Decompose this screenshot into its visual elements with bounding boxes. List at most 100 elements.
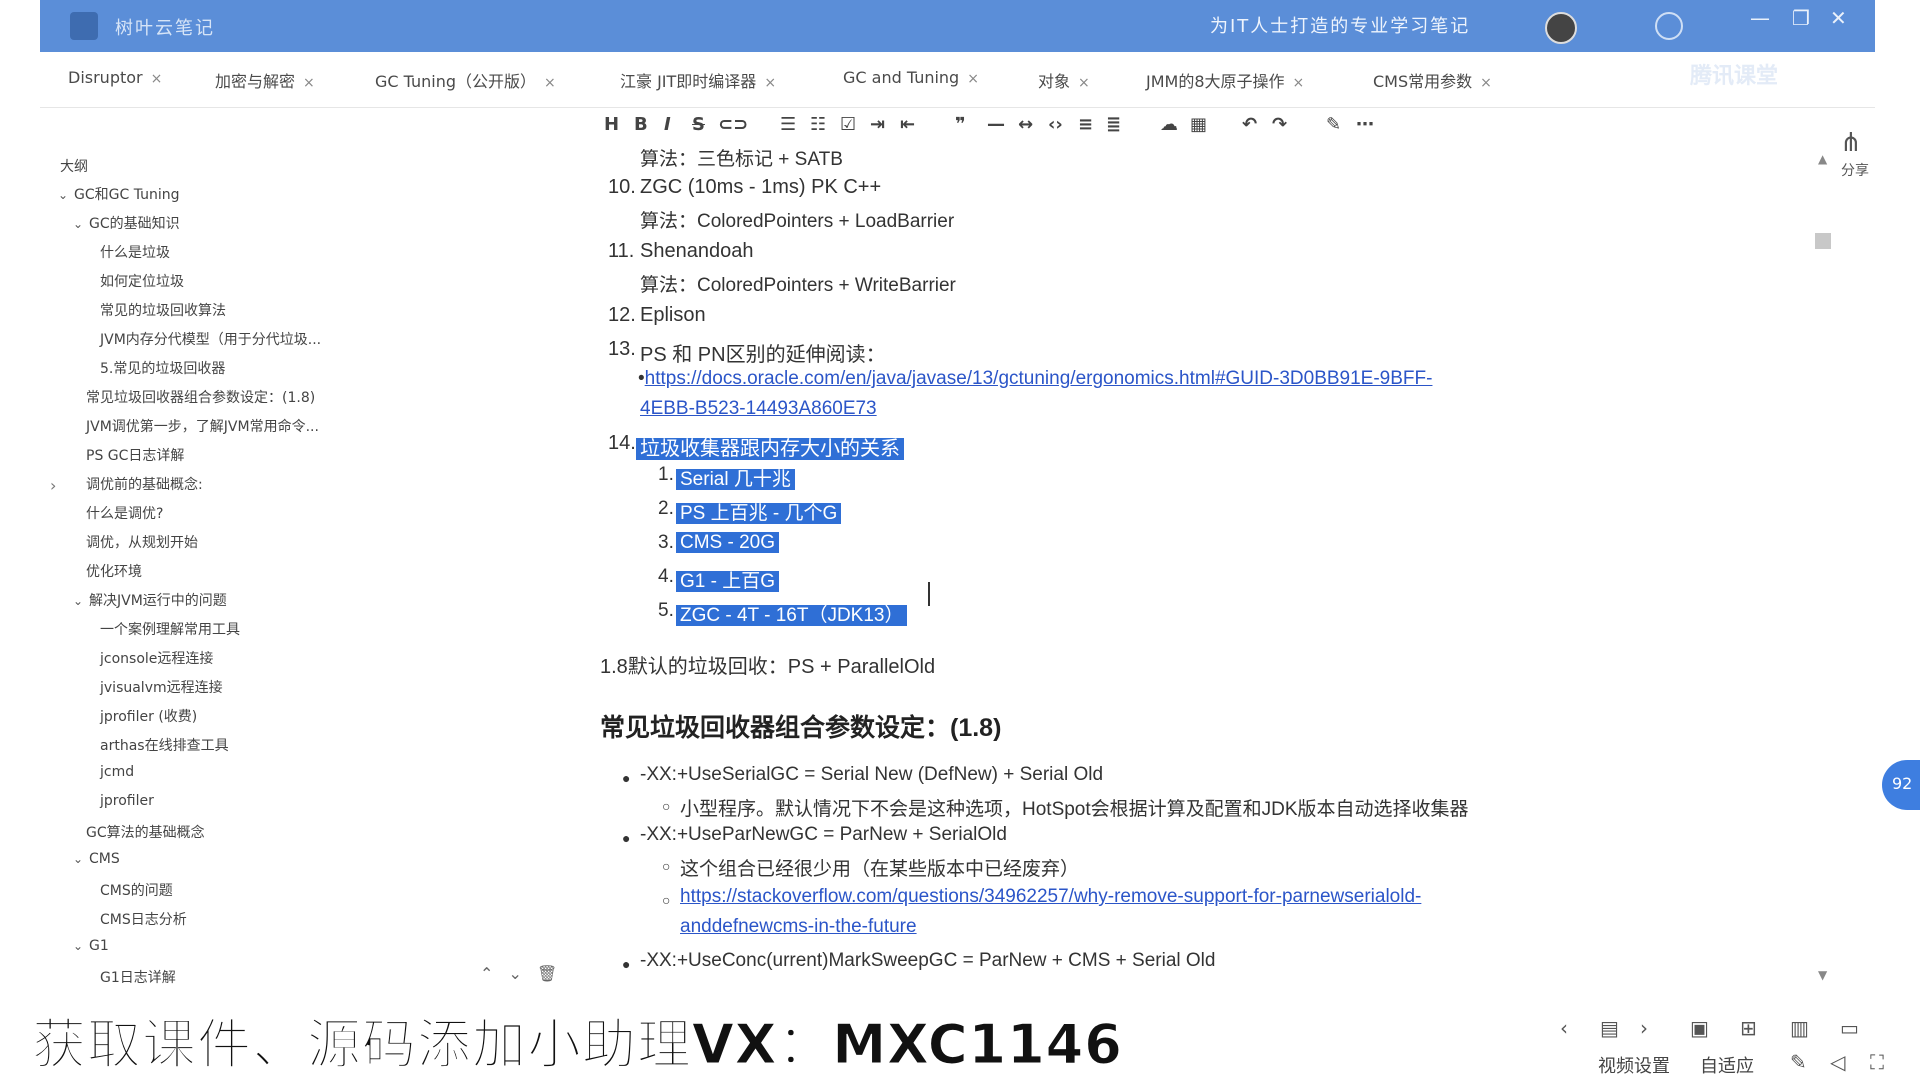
share-icon[interactable]: ⋔	[1840, 128, 1862, 158]
outline-item[interactable]: CMS日志分析	[100, 909, 187, 929]
chevron-up-icon[interactable]: ⌃	[480, 964, 493, 983]
italic-icon[interactable]: I	[664, 114, 671, 135]
trash-icon[interactable]: 🗑	[537, 964, 557, 983]
outline-item[interactable]: 常见垃圾回收器组合参数设定：(1.8)	[86, 387, 315, 407]
outline-item[interactable]: ⌄ 解决JVM运行中的问题	[73, 590, 227, 610]
stackoverflow-link-cont[interactable]: anddefnewcms-in-the-future	[680, 916, 917, 938]
microphone-icon[interactable]: ✎	[1790, 1050, 1807, 1074]
chevron-down-icon[interactable]: ⌄	[73, 939, 89, 953]
tab-jmm[interactable]: JMM的8大原子操作 ×	[1146, 68, 1304, 92]
bulleted-list-icon[interactable]: ☰	[780, 114, 796, 135]
chevron-down-icon[interactable]: ⌄	[58, 188, 74, 202]
layout-book-icon[interactable]: ▥	[1790, 1016, 1809, 1040]
outline-item[interactable]: GC算法的基础概念	[86, 822, 205, 842]
volume-icon[interactable]: ◁	[1830, 1050, 1845, 1074]
checkbox-icon[interactable]: ☑	[840, 114, 856, 135]
stackoverflow-link[interactable]: https://stackoverflow.com/questions/3496…	[680, 886, 1421, 908]
scroll-down-icon[interactable]: ▼	[1818, 968, 1827, 982]
minimap-icon[interactable]	[1815, 233, 1831, 249]
outline-item[interactable]: JVM内存分代模型（用于分代垃圾...	[100, 329, 321, 349]
outline-item[interactable]: jvisualvm远程连接	[100, 677, 223, 697]
indent-icon[interactable]: ⇥	[870, 114, 885, 135]
prev-icon[interactable]: ‹	[1560, 1016, 1568, 1040]
tab-gc-and-tuning[interactable]: GC and Tuning ×	[843, 68, 979, 87]
outdent-icon[interactable]: ⇤	[900, 114, 915, 135]
tab-object[interactable]: 对象 ×	[1038, 68, 1090, 92]
tab-close-icon[interactable]: ×	[151, 71, 163, 87]
tab-close-icon[interactable]: ×	[1078, 75, 1090, 91]
oracle-link[interactable]: •https://docs.oracle.com/en/java/javase/…	[638, 368, 1432, 390]
tab-encryption[interactable]: 加密与解密 ×	[215, 68, 315, 92]
numbered-list-icon[interactable]: ☷	[810, 114, 826, 135]
outline-item[interactable]: ⌄ GC的基础知识	[73, 213, 180, 233]
tab-close-icon[interactable]: ×	[1480, 75, 1492, 91]
outline-item[interactable]: 调优前的基础概念:	[86, 474, 203, 494]
tab-close-icon[interactable]: ×	[303, 75, 315, 91]
quote-icon[interactable]: ❞	[955, 114, 966, 135]
video-settings-button[interactable]: 视频设置	[1598, 1052, 1670, 1078]
tab-jit[interactable]: 江豪 JIT即时编译器 ×	[620, 68, 776, 92]
outline-item[interactable]: ⌄ GC和GC Tuning	[58, 184, 180, 204]
tab-close-icon[interactable]: ×	[1293, 75, 1305, 91]
close-icon[interactable]: ✕	[1830, 6, 1847, 30]
document-content[interactable]: 算法：三色标记 + SATB 10. ZGC (10ms - 1ms) PK C…	[600, 140, 1830, 988]
strikethrough-icon[interactable]: S	[692, 114, 705, 135]
outline-item[interactable]: 常见的垃圾回收算法	[100, 300, 226, 320]
outline-item[interactable]: ⌄ G1	[73, 938, 109, 954]
layout-screen-icon[interactable]: ▭	[1840, 1016, 1859, 1040]
more-icon[interactable]: ⋯	[1356, 114, 1374, 135]
tab-disruptor[interactable]: Disruptor ×	[68, 68, 162, 87]
undo-icon[interactable]: ↶	[1242, 114, 1257, 135]
outline-item[interactable]: 什么是垃圾	[100, 242, 170, 262]
tab-close-icon[interactable]: ×	[764, 75, 776, 91]
chevron-down-icon[interactable]: ⌄	[509, 964, 522, 983]
maximize-icon[interactable]: ❐	[1792, 6, 1810, 30]
outline-item[interactable]: JVM调优第一步，了解JVM常用命令...	[86, 416, 319, 436]
oracle-link-cont[interactable]: 4EBB-B523-14493A860E73	[640, 398, 877, 420]
outline-item[interactable]: 5.常见的垃圾回收器	[100, 358, 225, 378]
fullscreen-icon[interactable]: ⛶	[1870, 1050, 1884, 1074]
avatar[interactable]	[1545, 12, 1577, 44]
code-block-icon[interactable]: ‹›	[1048, 114, 1063, 135]
tab-cms-params[interactable]: CMS常用参数 ×	[1373, 68, 1492, 92]
heading-icon[interactable]: H	[604, 114, 619, 135]
minimize-icon[interactable]: —	[1750, 6, 1770, 30]
notes-icon[interactable]: ▤	[1600, 1016, 1619, 1040]
outline-item[interactable]: jprofiler (收费)	[100, 706, 197, 726]
tab-close-icon[interactable]: ×	[967, 71, 979, 87]
outline-item[interactable]: ⌄ CMS	[73, 851, 120, 867]
pen-icon[interactable]: ✎	[1326, 114, 1341, 135]
outline-item[interactable]: jcmd	[100, 764, 134, 780]
auto-fit-button[interactable]: 自适应	[1700, 1052, 1754, 1078]
link-icon[interactable]: ⊂⊃	[718, 114, 748, 135]
link-text[interactable]: anddefnewcms-in-the-future	[680, 916, 917, 937]
upload-icon[interactable]: ☁	[1160, 114, 1178, 135]
format-icon[interactable]: ≣	[1106, 114, 1121, 135]
scroll-up-icon[interactable]: ▲	[1818, 152, 1827, 166]
outline-item[interactable]: jconsole远程连接	[100, 648, 213, 668]
link-text[interactable]: https://stackoverflow.com/questions/3496…	[680, 886, 1421, 907]
outline-item[interactable]: PS GC日志详解	[86, 445, 184, 465]
outline-item[interactable]: arthas在线排查工具	[100, 735, 229, 755]
code-inline-icon[interactable]: ↔	[1018, 114, 1033, 135]
link-text[interactable]: https://docs.oracle.com/en/java/javase/1…	[645, 368, 1433, 389]
table-icon[interactable]: ▦	[1190, 114, 1207, 135]
outline-item[interactable]: 一个案例理解常用工具	[100, 619, 240, 639]
chevron-right-icon[interactable]: ›	[50, 476, 56, 495]
outline-item[interactable]: CMS的问题	[100, 880, 173, 900]
share-label[interactable]: 分享	[1841, 160, 1869, 180]
outline-item[interactable]: jprofiler	[100, 793, 154, 809]
outline-item[interactable]: 什么是调优?	[86, 503, 163, 523]
tab-gc-tuning-public[interactable]: GC Tuning（公开版） ×	[375, 68, 556, 92]
bold-icon[interactable]: B	[634, 114, 648, 135]
outline-item[interactable]: G1日志详解	[100, 967, 176, 987]
divider-icon[interactable]: —	[987, 114, 1005, 135]
outline-item[interactable]: 调优，从规划开始	[86, 532, 198, 552]
align-icon[interactable]: ≡	[1078, 114, 1093, 135]
layout-grid-icon[interactable]: ⊞	[1740, 1016, 1757, 1040]
tab-close-icon[interactable]: ×	[544, 75, 556, 91]
chevron-down-icon[interactable]: ⌄	[73, 217, 89, 231]
redo-icon[interactable]: ↷	[1272, 114, 1287, 135]
outline-item[interactable]: 优化环境	[86, 561, 142, 581]
outline-item[interactable]: 如何定位垃圾	[100, 271, 184, 291]
